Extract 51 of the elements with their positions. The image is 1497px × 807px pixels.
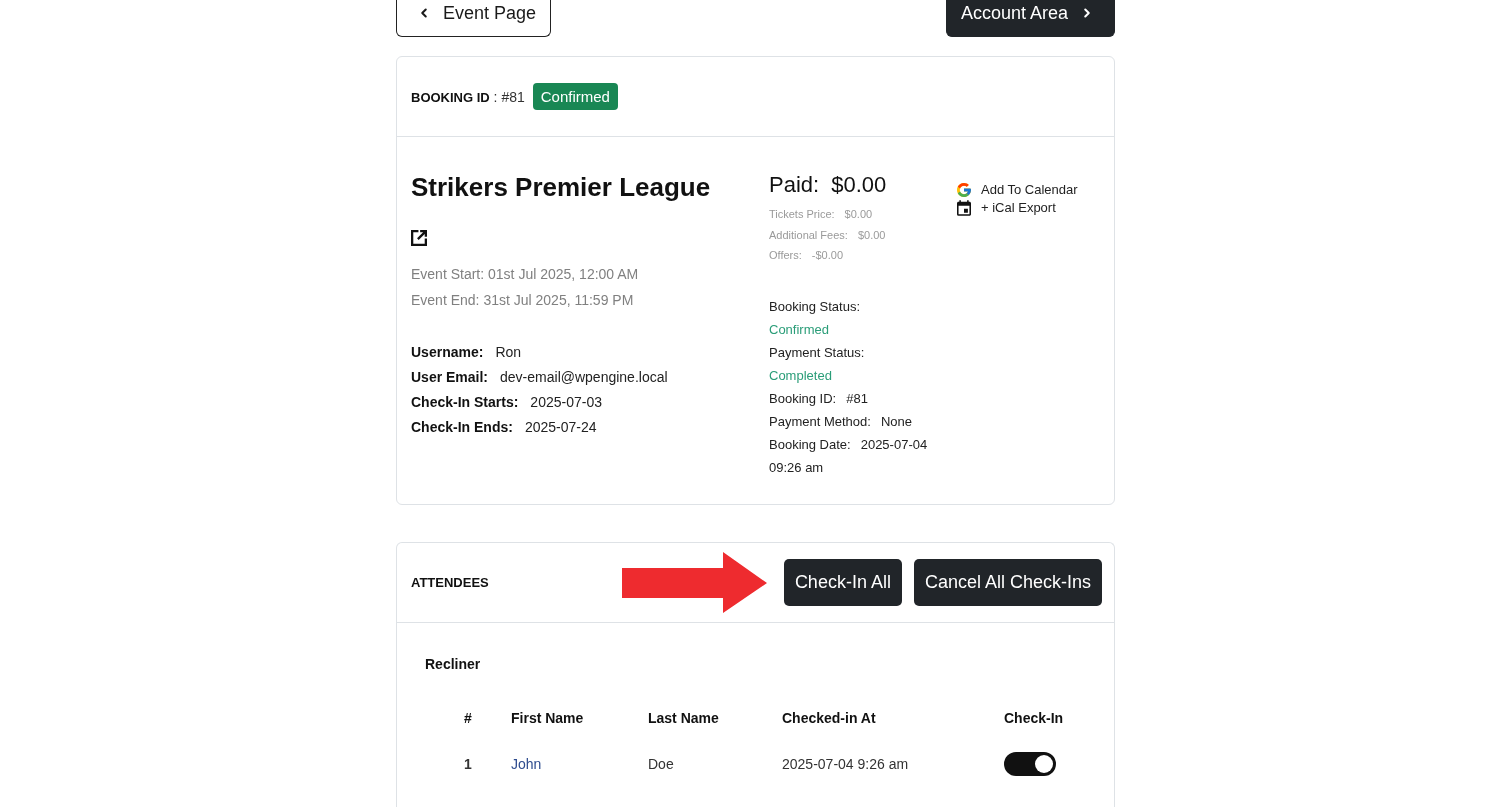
booking-id-heading: BOOKING ID : #81 xyxy=(411,88,525,105)
detail-label: User Email: xyxy=(411,368,489,387)
detail-label: Username: xyxy=(411,343,484,362)
event-page-button[interactable]: Event Page xyxy=(396,0,552,37)
price-label: Tickets Price: xyxy=(769,207,835,222)
paid-amount: $0.00 xyxy=(831,172,887,198)
calendar-icon xyxy=(957,200,971,216)
annotation-arrow-icon xyxy=(621,551,767,613)
column-header: Checked-in At xyxy=(782,708,876,727)
event-end: Event End: 31st Jul 2025, 11:59 PM xyxy=(411,291,634,310)
open-event-link[interactable] xyxy=(411,230,427,246)
calendar-link[interactable]: + iCal Export xyxy=(957,199,1056,217)
action-button[interactable]: Check-In All xyxy=(783,558,902,606)
booking-detail: Booking ID: #81 xyxy=(769,389,868,408)
group-name: Recliner xyxy=(425,654,481,673)
booking-detail: Booking Date: 2025-07-04 09:26 am xyxy=(769,435,929,477)
external-link-icon xyxy=(411,230,427,246)
status-value: Confirmed xyxy=(769,320,829,339)
price-label: Offers: xyxy=(769,248,802,263)
status-badge: Confirmed xyxy=(532,83,618,110)
column-header: Last Name xyxy=(648,708,719,727)
price-value: $0.00 xyxy=(844,207,873,222)
table-cell-text: 1 xyxy=(464,754,472,774)
action-button[interactable]: Cancel All Check-Ins xyxy=(913,558,1102,606)
detail-label: Check-In Ends: xyxy=(411,418,513,437)
account-area-button[interactable]: Account Area xyxy=(945,0,1115,37)
check-in-toggle[interactable] xyxy=(1004,751,1056,776)
price-value: -$0.00 xyxy=(811,248,843,263)
paid-label: Paid: xyxy=(769,172,820,198)
status-label: Payment Status: xyxy=(769,343,865,362)
status-label: Booking Status: xyxy=(769,297,861,316)
price-value: $0.00 xyxy=(857,227,886,243)
table-cell-text: Doe xyxy=(648,754,674,774)
status-value: Completed xyxy=(769,366,832,385)
event-start: Event Start: 01st Jul 2025, 12:00 AM xyxy=(411,265,639,284)
column-header: Check-In xyxy=(1004,708,1064,727)
column-header: # xyxy=(464,708,472,727)
price-label: Additional Fees: xyxy=(769,227,848,243)
detail-value: dev-email@wpengine.local xyxy=(500,368,668,387)
table-cell-text: John xyxy=(511,754,542,774)
google-g-icon xyxy=(957,183,971,197)
calendar-link[interactable]: Add To Calendar xyxy=(957,181,1078,199)
detail-value: 2025-07-24 xyxy=(524,418,597,437)
detail-value: 2025-07-03 xyxy=(530,393,602,412)
booking-detail: Payment Method: None xyxy=(769,412,912,431)
detail-label: Check-In Starts: xyxy=(411,393,519,412)
event-title: Strikers Premier League xyxy=(411,172,711,203)
column-header: First Name xyxy=(511,708,584,727)
table-cell-text: 2025-07-04 9:26 am xyxy=(782,754,909,774)
detail-value: Ron xyxy=(495,343,522,362)
attendees-title: ATTENDEES xyxy=(411,574,489,590)
